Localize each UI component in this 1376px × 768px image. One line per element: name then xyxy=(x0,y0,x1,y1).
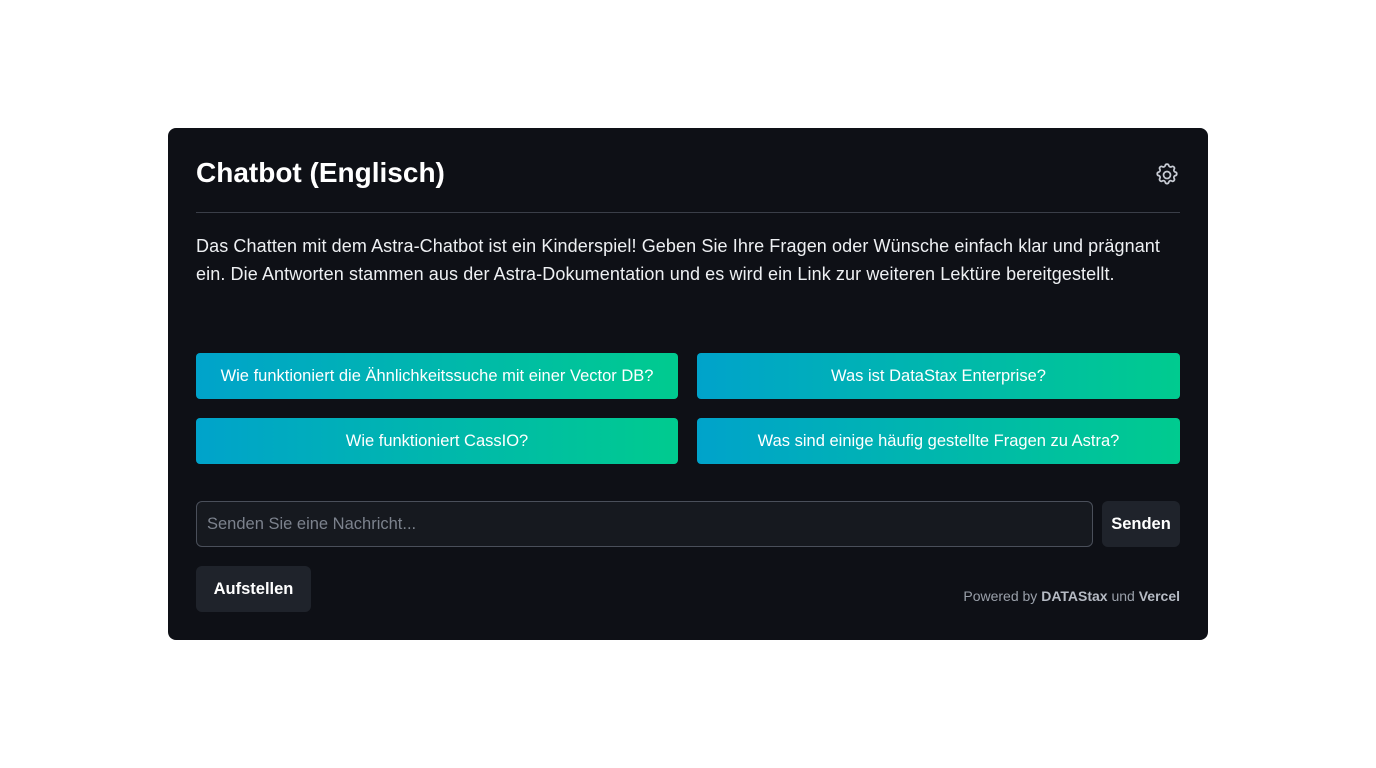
chat-footer: Aufstellen Powered by DATAStax und Verce… xyxy=(196,566,1180,612)
powered-prefix: Powered by xyxy=(963,588,1038,604)
vercel-link[interactable]: Vercel xyxy=(1139,588,1180,604)
gear-icon xyxy=(1156,163,1178,185)
suggestion-button-astra-faq[interactable]: Was sind einige häufig gestellte Fragen … xyxy=(697,418,1180,464)
suggestion-button-datastax-enterprise[interactable]: Was ist DataStax Enterprise? xyxy=(697,353,1180,399)
suggestion-button-cassio[interactable]: Wie funktioniert CassIO? xyxy=(196,418,678,464)
suggestion-button-vector-db[interactable]: Wie funktioniert die Ähnlichkeitssuche m… xyxy=(196,353,678,399)
setup-button[interactable]: Aufstellen xyxy=(196,566,311,612)
suggestion-grid: Wie funktioniert die Ähnlichkeitssuche m… xyxy=(196,353,1180,464)
chatbot-card: Chatbot (Englisch) Das Chatten mit dem A… xyxy=(168,128,1208,640)
intro-text: Das Chatten mit dem Astra-Chatbot ist ei… xyxy=(196,236,1161,284)
chat-header: Chatbot (Englisch) xyxy=(196,128,1180,213)
message-composer: Senden xyxy=(196,501,1180,547)
powered-by: Powered by DATAStax und Vercel xyxy=(963,588,1180,604)
powered-conjunction: und xyxy=(1111,588,1135,604)
message-input[interactable] xyxy=(196,501,1093,547)
send-button[interactable]: Senden xyxy=(1102,501,1180,547)
datastax-link[interactable]: DATAStax xyxy=(1041,588,1107,604)
page-title: Chatbot (Englisch) xyxy=(196,157,445,188)
settings-button[interactable] xyxy=(1154,162,1180,188)
